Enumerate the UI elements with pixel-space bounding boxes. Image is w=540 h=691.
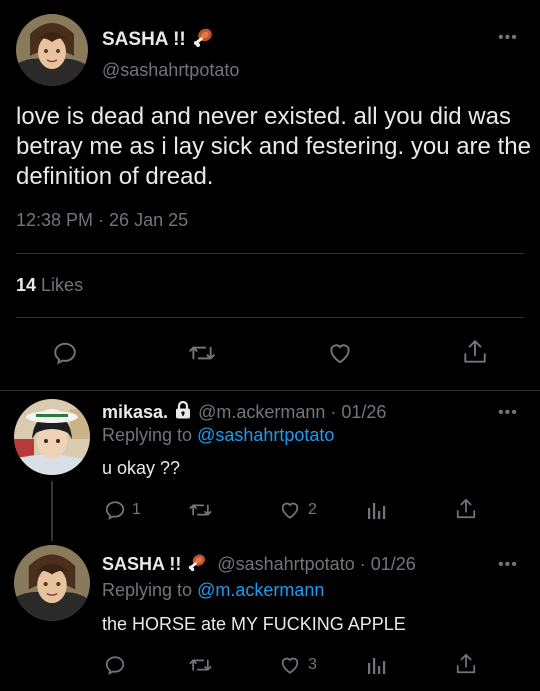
divider <box>16 253 524 254</box>
tweet-text: love is dead and never existed. all you … <box>16 103 531 190</box>
share-icon <box>456 498 476 519</box>
retweet-button[interactable] <box>188 499 213 521</box>
retweet-icon <box>189 659 212 671</box>
replying-prefix: Replying to <box>102 580 193 600</box>
reply-tweet: mikasa. @m.ackermann · 01/26 ••• Replyin… <box>0 391 540 541</box>
likes-count: 14 <box>16 275 37 295</box>
reply-text: u okay ?? <box>102 458 181 478</box>
mention-link[interactable]: @m.ackermann <box>197 580 324 600</box>
replying-prefix: Replying to <box>102 425 193 445</box>
analytics-button[interactable] <box>366 499 388 521</box>
more-options-icon[interactable]: ••• <box>498 557 518 573</box>
share-button[interactable] <box>455 652 477 676</box>
like-button[interactable]: 2 <box>278 499 317 521</box>
lock-icon <box>174 400 192 425</box>
retweet-icon <box>189 504 212 516</box>
reply-icon <box>105 656 125 675</box>
share-button[interactable] <box>462 338 488 366</box>
retweet-icon <box>189 346 215 360</box>
reply-handle-date[interactable]: @sashahrtpotato · 01/26 <box>217 554 415 575</box>
likes-summary[interactable]: 14 Likes <box>16 275 83 296</box>
reply-text: the HORSE ate MY FUCKING APPLE <box>102 614 406 634</box>
reply-display-name[interactable]: mikasa. <box>102 402 168 423</box>
retweet-button[interactable] <box>188 654 213 676</box>
retweet-button[interactable] <box>188 340 216 366</box>
more-options-icon[interactable]: ••• <box>498 405 518 421</box>
reply-button[interactable] <box>52 340 78 366</box>
reply-icon <box>54 342 76 365</box>
main-tweet: SASHA !! @sashahrtpotato ••• love is dea… <box>0 0 540 390</box>
author-handle[interactable]: @sashahrtpotato <box>102 60 239 81</box>
replying-to: Replying to @sashahrtpotato <box>102 425 334 446</box>
more-options-icon[interactable]: ••• <box>498 30 518 46</box>
like-button[interactable] <box>326 340 354 366</box>
analytics-icon <box>368 658 386 674</box>
mention-link[interactable]: @sashahrtpotato <box>197 425 334 445</box>
thread-line <box>51 481 53 541</box>
like-count: 2 <box>308 501 317 518</box>
like-button[interactable]: 3 <box>278 654 317 676</box>
reply-icon <box>105 501 125 520</box>
avatar[interactable] <box>16 14 88 86</box>
meat-on-bone-emoji <box>192 26 214 54</box>
like-icon <box>281 502 299 519</box>
share-icon <box>456 653 476 674</box>
avatar[interactable] <box>14 545 90 621</box>
reply-header: mikasa. @m.ackermann · 01/26 <box>102 400 386 425</box>
like-icon <box>330 344 350 364</box>
tweet-timestamp[interactable]: 12:38 PM · 26 Jan 25 <box>16 210 188 231</box>
avatar[interactable] <box>14 399 90 475</box>
reply-header: SASHA !! @sashahrtpotato · 01/26 <box>102 552 416 577</box>
share-button[interactable] <box>455 497 477 521</box>
reply-display-name[interactable]: SASHA !! <box>102 554 181 575</box>
author-display-name[interactable]: SASHA !! <box>102 26 214 54</box>
reply-handle-date[interactable]: @m.ackermann · 01/26 <box>198 402 386 423</box>
analytics-icon <box>368 503 386 519</box>
analytics-button[interactable] <box>366 654 388 676</box>
likes-label: Likes <box>41 275 84 295</box>
meat-on-bone-emoji <box>187 552 207 577</box>
like-count: 3 <box>308 656 317 673</box>
divider <box>16 317 524 318</box>
reply-tweet: SASHA !! @sashahrtpotato · 01/26 ••• Rep… <box>0 540 540 691</box>
like-icon <box>281 657 299 674</box>
reply-button[interactable]: 1 <box>104 499 141 521</box>
reply-button[interactable] <box>104 654 126 676</box>
reply-count: 1 <box>132 501 141 518</box>
replying-to: Replying to @m.ackermann <box>102 580 324 601</box>
share-icon <box>464 340 486 363</box>
